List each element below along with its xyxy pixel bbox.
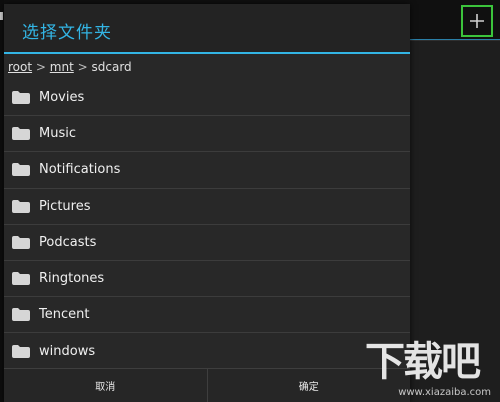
folder-icon xyxy=(12,344,30,358)
watermark-logo: 下载吧 www.xiazaiba.com xyxy=(365,340,495,398)
folder-item-podcasts[interactable]: Podcasts xyxy=(4,225,410,261)
breadcrumb-root[interactable]: root xyxy=(8,60,32,74)
folder-item-windows[interactable]: windows xyxy=(4,333,410,369)
add-button[interactable] xyxy=(461,5,493,37)
cancel-button[interactable]: 取消 xyxy=(4,369,207,402)
breadcrumb-separator: > xyxy=(77,60,88,74)
folder-label: windows xyxy=(39,343,96,359)
folder-list: Movies Music Notifications Pictures Podc… xyxy=(4,80,410,368)
folder-item-ringtones[interactable]: Ringtones xyxy=(4,261,410,298)
plus-icon xyxy=(470,14,484,28)
folder-icon xyxy=(12,163,30,177)
folder-label: Ringtones xyxy=(39,271,105,287)
folder-item-tencent[interactable]: Tencent xyxy=(4,297,410,334)
folder-item-notifications[interactable]: Notifications xyxy=(4,152,410,189)
breadcrumb-separator: > xyxy=(35,60,46,74)
folder-label: Podcasts xyxy=(39,234,97,250)
dialog-title: 选择文件夹 xyxy=(22,23,112,43)
folder-label: Tencent xyxy=(39,307,90,323)
folder-icon xyxy=(12,127,30,141)
watermark-url: www.xiazaiba.com xyxy=(398,387,491,398)
background-text-fragment xyxy=(0,12,3,20)
folder-item-movies[interactable]: Movies xyxy=(4,80,410,117)
folder-label: Movies xyxy=(39,90,85,106)
folder-icon xyxy=(12,199,30,213)
watermark-text: 下载吧 xyxy=(365,339,481,385)
folder-item-pictures[interactable]: Pictures xyxy=(4,189,410,225)
background-tab-indicator xyxy=(410,39,500,40)
breadcrumb-current: sdcard xyxy=(91,60,132,74)
folder-icon xyxy=(12,91,30,105)
breadcrumb-mnt[interactable]: mnt xyxy=(50,60,74,74)
folder-label: Pictures xyxy=(39,198,91,214)
dialog-header: 选择文件夹 xyxy=(4,4,410,52)
title-divider xyxy=(4,52,410,54)
folder-icon xyxy=(12,272,30,286)
folder-icon xyxy=(12,235,30,249)
breadcrumb: root > mnt > sdcard xyxy=(8,60,132,78)
folder-icon xyxy=(12,308,30,322)
folder-label: Notifications xyxy=(39,162,121,178)
folder-label: Music xyxy=(39,126,76,142)
folder-picker-dialog: 选择文件夹 root > mnt > sdcard Movies Music N… xyxy=(4,4,410,402)
folder-item-music[interactable]: Music xyxy=(4,116,410,153)
dialog-button-bar: 取消 确定 xyxy=(4,368,410,402)
